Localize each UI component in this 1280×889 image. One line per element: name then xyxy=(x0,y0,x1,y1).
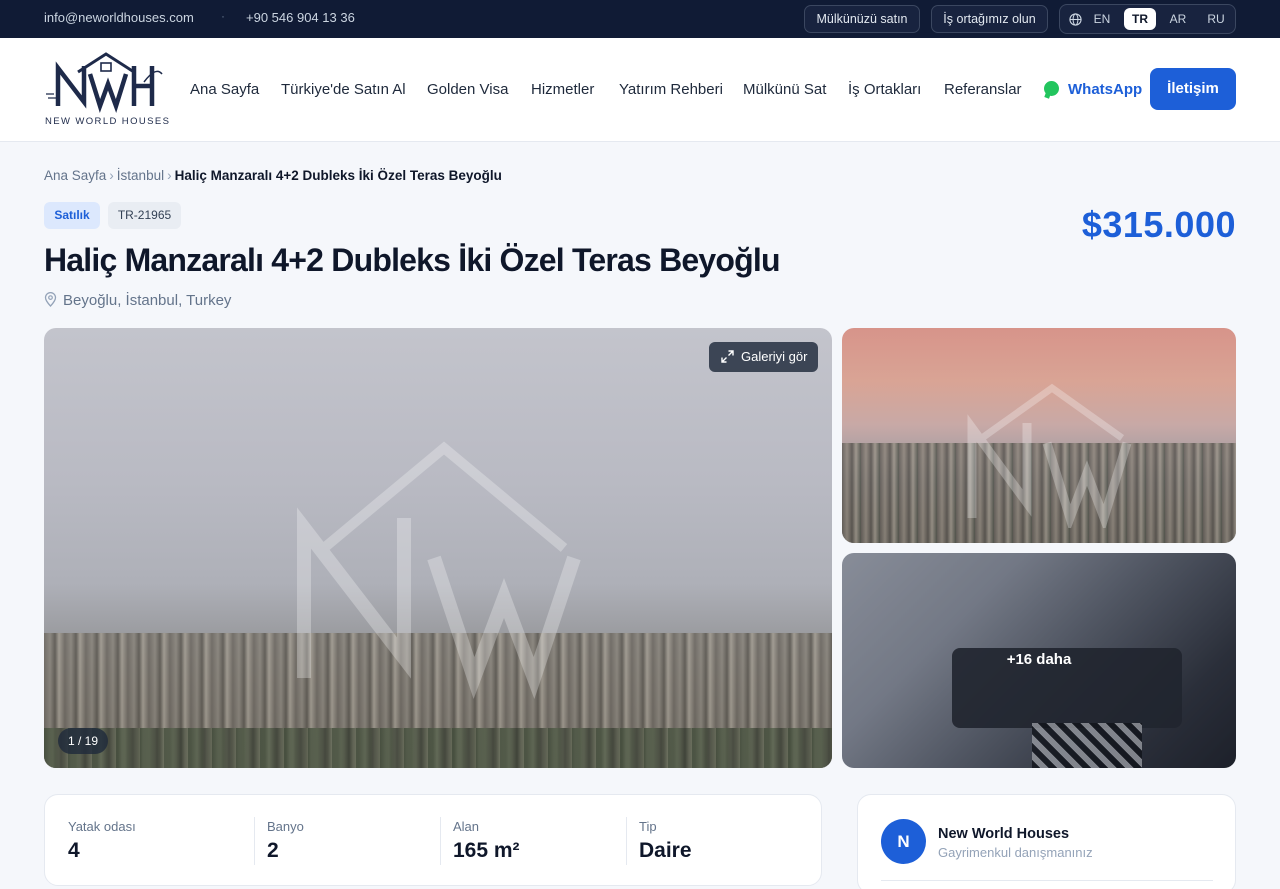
language-switcher: EN TR AR RU xyxy=(1059,4,1236,34)
site-logo[interactable]: NEW WORLD HOUSES xyxy=(44,52,171,128)
spec-label: Tip xyxy=(639,819,657,834)
spec-value: Daire xyxy=(639,839,692,862)
lang-en-button[interactable]: EN xyxy=(1086,8,1118,30)
avatar: N xyxy=(881,819,926,864)
more-photos-label: +16 daha xyxy=(1006,651,1072,668)
breadcrumb-current: Haliç Manzaralı 4+2 Dubleks İki Özel Ter… xyxy=(174,168,502,183)
become-partner-button[interactable]: İş ortağımız olun xyxy=(931,5,1048,33)
nav-references[interactable]: Referanslar xyxy=(944,81,1022,98)
topbar-separator: · xyxy=(221,9,225,23)
nav-partners[interactable]: İş Ortakları xyxy=(848,81,921,98)
whatsapp-icon xyxy=(1044,81,1059,96)
main-header: NEW WORLD HOUSES Ana Sayfa Türkiye'de Sa… xyxy=(0,38,1280,142)
breadcrumb-istanbul[interactable]: İstanbul xyxy=(117,168,164,183)
photo-counter: 1 / 19 xyxy=(58,728,108,754)
breadcrumb-separator: › xyxy=(167,168,172,183)
top-bar: info@neworldhouses.com · +90 546 904 13 … xyxy=(0,0,1280,38)
agent-role: Gayrimenkul danışmanınız xyxy=(938,845,1093,860)
listing-location: Beyoğlu, İstanbul, Turkey xyxy=(44,292,231,309)
watermark-logo xyxy=(967,383,1132,528)
nav-home[interactable]: Ana Sayfa xyxy=(190,81,259,98)
map-pin-icon xyxy=(44,292,57,307)
location-text: Beyoğlu, İstanbul, Turkey xyxy=(63,292,232,309)
agent-card: N New World Houses Gayrimenkul danışmanı… xyxy=(857,794,1236,889)
nav-sell-property[interactable]: Mülkünü Sat xyxy=(743,81,826,98)
view-gallery-label: Galeriyi gör xyxy=(741,349,808,364)
property-specs-card: Yatak odası 4 Banyo 2 Alan 165 m² Tip Da… xyxy=(44,794,822,886)
spec-divider xyxy=(440,817,441,865)
spec-divider xyxy=(254,817,255,865)
nav-services[interactable]: Hizmetler xyxy=(531,81,594,98)
breadcrumb-separator: › xyxy=(109,168,114,183)
listing-price: $315.000 xyxy=(1081,204,1236,245)
agent-name: New World Houses xyxy=(938,826,1070,842)
main-photo[interactable] xyxy=(44,328,832,768)
logo-house-icon xyxy=(46,52,163,114)
nav-investment-guide[interactable]: Yatırım Rehberi xyxy=(619,81,723,98)
spec-label: Yatak odası xyxy=(68,819,136,834)
nav-golden-visa[interactable]: Golden Visa xyxy=(427,81,508,98)
view-gallery-button[interactable]: Galeriyi gör xyxy=(709,342,818,372)
status-badge: Satılık xyxy=(44,202,100,229)
page-title: Haliç Manzaralı 4+2 Dubleks İki Özel Ter… xyxy=(44,242,781,278)
thumbnail-photo-1[interactable] xyxy=(842,328,1236,543)
contact-email-link[interactable]: info@neworldhouses.com xyxy=(44,10,194,25)
reference-code-badge: TR-21965 xyxy=(108,202,181,229)
thumbnail-photo-2[interactable]: +16 daha xyxy=(842,553,1236,768)
photo-foreground xyxy=(44,728,832,768)
lang-ar-button[interactable]: AR xyxy=(1162,8,1194,30)
watermark-logo xyxy=(297,441,581,699)
expand-icon xyxy=(721,350,734,363)
lang-ru-button[interactable]: RU xyxy=(1200,8,1232,30)
sell-property-button[interactable]: Mülkünüzü satın xyxy=(804,5,920,33)
spec-value: 2 xyxy=(267,839,279,862)
spec-value: 4 xyxy=(68,839,80,862)
agent-divider xyxy=(881,880,1213,881)
globe-icon xyxy=(1069,13,1082,26)
breadcrumb: Ana Sayfa › İstanbul › Haliç Manzaralı 4+2 D… xyxy=(44,168,502,183)
spec-value: 165 m² xyxy=(453,839,520,862)
whatsapp-label: WhatsApp xyxy=(1068,81,1143,98)
nav-buy-in-turkey[interactable]: Türkiye'de Satın Al xyxy=(281,81,406,98)
logo-text: NEW WORLD HOUSES xyxy=(45,116,171,127)
contact-button[interactable]: İletişim xyxy=(1150,68,1236,110)
whatsapp-link[interactable]: WhatsApp xyxy=(1044,81,1142,98)
spec-label: Alan xyxy=(453,819,480,834)
spec-divider xyxy=(626,817,627,865)
breadcrumb-home[interactable]: Ana Sayfa xyxy=(44,168,106,183)
spec-label: Banyo xyxy=(267,819,304,834)
lang-tr-button[interactable]: TR xyxy=(1124,8,1156,30)
contact-phone-link[interactable]: +90 546 904 13 36 xyxy=(246,10,355,25)
